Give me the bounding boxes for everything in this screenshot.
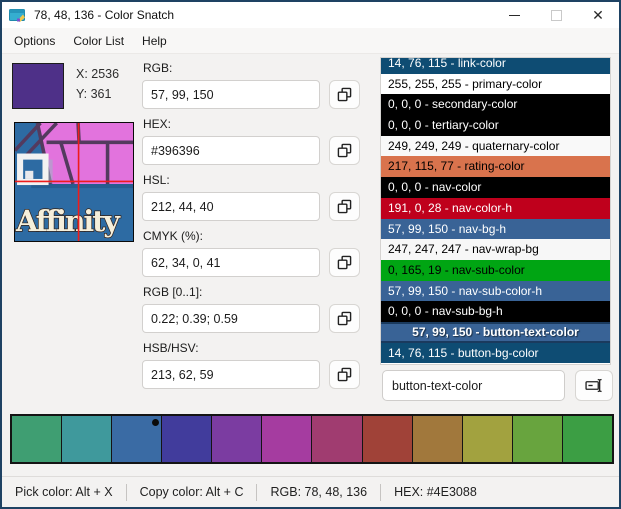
app-icon xyxy=(9,8,25,22)
rename-icon xyxy=(584,378,602,393)
color-list-item[interactable]: 14, 76, 115 - button-bg-color xyxy=(381,342,610,364)
cursor-coordinates: X: 2536 Y: 361 xyxy=(76,64,119,104)
preview-text: Affinity xyxy=(15,204,121,238)
field-label: CMYK (%): xyxy=(143,229,203,243)
status-item: Copy color: Alt + C xyxy=(139,485,244,499)
menu-item-options[interactable]: Options xyxy=(5,34,64,48)
palette-swatch[interactable] xyxy=(62,416,113,462)
color-list-item[interactable]: 57, 99, 150 - nav-bg-h xyxy=(381,218,610,240)
copy-button[interactable] xyxy=(329,136,360,165)
color-list-item[interactable]: 14, 76, 115 - link-color xyxy=(381,58,610,74)
color-list-item[interactable]: 191, 0, 28 - nav-color-h xyxy=(381,197,610,219)
app-window: 78, 48, 136 - Color Snatch ✕ Options Colo… xyxy=(0,0,621,509)
copy-icon xyxy=(337,143,352,158)
color-list-item[interactable]: 0, 0, 0 - nav-sub-bg-h xyxy=(381,301,610,322)
menu-item-color-list[interactable]: Color List xyxy=(64,34,133,48)
color-list-item[interactable]: 0, 0, 0 - tertiary-color xyxy=(381,115,610,136)
magnifier-preview: Affinity xyxy=(14,122,134,242)
color-list-item[interactable]: 249, 249, 249 - quaternary-color xyxy=(381,135,610,157)
copy-icon xyxy=(337,255,352,270)
field-input[interactable] xyxy=(142,80,320,109)
picked-color-swatch xyxy=(12,63,64,109)
maximize-button xyxy=(535,2,577,28)
status-item: RGB: 78, 48, 136 xyxy=(270,485,368,499)
field-label: HSB/HSV: xyxy=(143,341,199,355)
palette-swatch[interactable] xyxy=(462,416,513,462)
color-list-item[interactable]: 255, 255, 255 - primary-color xyxy=(381,73,610,95)
palette-swatch[interactable] xyxy=(312,416,363,462)
field-group: HSL: xyxy=(142,173,360,221)
status-item: Pick color: Alt + X xyxy=(15,485,113,499)
field-label: HSL: xyxy=(143,173,170,187)
field-input[interactable] xyxy=(142,192,320,221)
minimize-icon xyxy=(508,14,520,16)
copy-icon xyxy=(337,87,352,102)
palette-strip xyxy=(10,414,614,464)
palette-swatch[interactable] xyxy=(412,416,463,462)
field-group: RGB [0..1]: xyxy=(142,285,360,333)
palette-swatch[interactable] xyxy=(512,416,563,462)
window-controls: ✕ xyxy=(493,2,619,28)
status-item: HEX: #4E3088 xyxy=(394,485,477,499)
field-group: HSB/HSV: xyxy=(142,341,360,389)
coordinate-x: X: 2536 xyxy=(76,67,120,81)
color-list-item[interactable]: 57, 99, 150 - nav-sub-color-h xyxy=(381,280,610,302)
title-bar: 78, 48, 136 - Color Snatch ✕ xyxy=(2,2,619,28)
copy-button[interactable] xyxy=(329,304,360,333)
field-input[interactable] xyxy=(142,248,320,277)
close-button[interactable]: ✕ xyxy=(577,2,619,28)
field-label: HEX: xyxy=(143,117,172,131)
color-list: 14, 76, 115 - link-color 255, 255, 255 - … xyxy=(380,57,611,365)
palette-swatch[interactable] xyxy=(262,416,313,462)
color-list-item[interactable]: 0, 0, 0 - secondary-color xyxy=(381,94,610,116)
menu-bar: Options Color List Help xyxy=(2,28,619,54)
magnifier-preview-image: Affinity xyxy=(15,123,133,241)
color-list-item[interactable]: 57, 99, 150 - button-text-color xyxy=(381,321,610,343)
copy-button[interactable] xyxy=(329,80,360,109)
field-input[interactable] xyxy=(142,304,320,333)
rename-button[interactable] xyxy=(575,370,613,401)
color-name-input[interactable] xyxy=(382,370,565,401)
palette-swatch[interactable] xyxy=(112,416,163,462)
color-fields-column: RGB: HEX: xyxy=(142,61,360,397)
status-bar: Pick color: Alt + X Copy color: Alt + C RG… xyxy=(2,476,619,507)
palette-swatch[interactable] xyxy=(162,416,213,462)
palette-swatch[interactable] xyxy=(212,416,263,462)
field-group: CMYK (%): xyxy=(142,229,360,277)
window-title: 78, 48, 136 - Color Snatch xyxy=(34,8,175,22)
field-label: RGB: xyxy=(143,61,173,75)
color-list-item[interactable]: 0, 165, 19 - nav-sub-color xyxy=(381,259,610,281)
field-group: RGB: xyxy=(142,61,360,109)
copy-button[interactable] xyxy=(329,248,360,277)
field-input[interactable] xyxy=(142,360,320,389)
coordinate-y: Y: 361 xyxy=(76,87,112,101)
color-list-items: 14, 76, 115 - link-color 255, 255, 255 - … xyxy=(381,58,610,364)
maximize-icon xyxy=(550,9,562,21)
minimize-button[interactable] xyxy=(493,2,535,28)
field-group: HEX: xyxy=(142,117,360,165)
copy-icon xyxy=(337,199,352,214)
menu-item-help[interactable]: Help xyxy=(133,34,176,48)
palette-swatch[interactable] xyxy=(562,416,612,462)
copy-icon xyxy=(337,367,352,382)
palette-swatch[interactable] xyxy=(362,416,413,462)
copy-icon xyxy=(337,311,352,326)
color-list-item[interactable]: 0, 0, 0 - nav-color xyxy=(381,177,610,198)
copy-button[interactable] xyxy=(329,360,360,389)
close-icon: ✕ xyxy=(592,7,604,23)
copy-button[interactable] xyxy=(329,192,360,221)
color-list-item[interactable]: 247, 247, 247 - nav-wrap-bg xyxy=(381,239,610,260)
field-input[interactable] xyxy=(142,136,320,165)
palette-swatch[interactable] xyxy=(12,416,63,462)
palette-marker-dot xyxy=(152,419,160,426)
field-label: RGB [0..1]: xyxy=(143,285,203,299)
color-list-item[interactable]: 217, 115, 77 - rating-color xyxy=(381,156,610,178)
